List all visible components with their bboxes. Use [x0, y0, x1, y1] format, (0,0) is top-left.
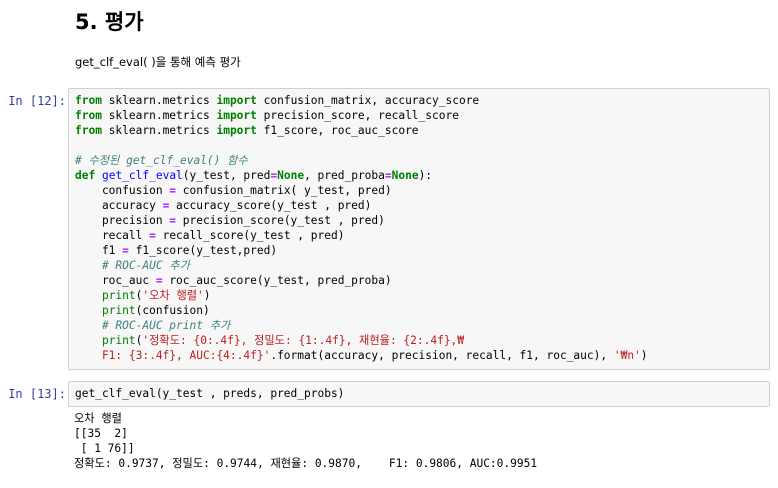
- code-text: precision_score, recall_score: [256, 109, 459, 122]
- code-text: (confusion): [135, 304, 210, 317]
- keyword-import: import: [216, 124, 257, 137]
- code-text: accuracy_score(y_test , pred): [169, 199, 372, 212]
- string-literal: '정확도: {0:.4f}, 정밀도: {1:.4f}, 재현율: {2:.4f…: [142, 334, 465, 347]
- output-line: 오차 행렬: [74, 412, 122, 425]
- code-line: confusion = confusion_matrix( y_test, pr…: [75, 184, 392, 197]
- code-text: (y_test, pred: [182, 169, 271, 182]
- code-text: recall_score(y_test , pred): [155, 229, 345, 242]
- code-text: ): [203, 289, 211, 302]
- function-name: get_clf_eval: [101, 169, 183, 182]
- keyword-none: None: [391, 169, 419, 182]
- markdown-heading: 5. 평가: [75, 10, 144, 34]
- code-line: recall = recall_score(y_test , pred): [75, 229, 345, 242]
- code-text: accuracy: [75, 199, 163, 212]
- code-line: f1 = f1_score(y_test,pred): [75, 244, 277, 257]
- code-text: confusion_matrix( y_test, pred): [176, 184, 392, 197]
- keyword-from: from: [75, 109, 102, 122]
- code-text: f1_score(y_test,pred): [128, 244, 278, 257]
- code-line: accuracy = accuracy_score(y_test , pred): [75, 199, 371, 212]
- markdown-text: get_clf_eval( )을 통해 예측 평가: [75, 55, 241, 69]
- code-comment: # ROC-AUC 추가: [75, 259, 190, 272]
- code-text: f1: [75, 244, 123, 257]
- code-text: sklearn.metrics: [101, 124, 217, 137]
- keyword-from: from: [75, 124, 102, 137]
- code-line-2: from sklearn.metrics import precision_sc…: [75, 109, 459, 122]
- code-line: print('정확도: {0:.4f}, 정밀도: {1:.4f}, 재현율: …: [75, 334, 464, 347]
- code-text: recall: [75, 229, 150, 242]
- code-text: precision: [75, 214, 170, 227]
- operator: =: [122, 244, 129, 257]
- cell-12-input[interactable]: from sklearn.metrics import confusion_ma…: [68, 88, 770, 370]
- code-text: confusion: [75, 184, 170, 197]
- keyword-from: from: [75, 94, 102, 107]
- code-line: roc_auc = roc_auc_score(y_test, pred_pro…: [75, 274, 392, 287]
- code-text: confusion_matrix, accuracy_score: [256, 94, 480, 107]
- string-literal: '오차 행렬': [142, 289, 204, 302]
- builtin-print: print: [101, 289, 136, 302]
- code-comment: # 수정된 get_clf_eval() 함수: [75, 154, 248, 167]
- string-literal: F1: {3:.4f}, AUC:{4:.4f}': [75, 349, 271, 362]
- code-text: , pred_proba: [304, 169, 385, 182]
- builtin-print: print: [101, 334, 136, 347]
- output-line: 정확도: 0.9737, 정밀도: 0.9744, 재현율: 0.9870, F…: [74, 457, 538, 470]
- code-text: sklearn.metrics: [101, 94, 217, 107]
- code-line: precision = precision_score(y_test , pre…: [75, 214, 385, 227]
- cell-12-code[interactable]: from sklearn.metrics import confusion_ma…: [69, 89, 769, 365]
- code-text: ):: [418, 169, 433, 182]
- output-line: [[35 2]: [74, 427, 128, 440]
- cell-13-output: 오차 행렬 [[35 2] [ 1 76]] 정확도: 0.9737, 정밀도:…: [74, 411, 537, 471]
- code-text: .format(accuracy, precision, recall, f1,…: [270, 349, 614, 362]
- keyword-none: None: [277, 169, 305, 182]
- string-literal: '₩n': [613, 349, 641, 362]
- operator: =: [384, 169, 392, 182]
- keyword-import: import: [216, 109, 257, 122]
- operator: =: [149, 229, 156, 242]
- operator: =: [155, 274, 163, 287]
- code-text: sklearn.metrics: [101, 109, 217, 122]
- code-text: roc_auc_score(y_test, pred_proba): [162, 274, 392, 287]
- cell-13-code[interactable]: get_clf_eval(y_test , preds, pred_probs): [69, 382, 769, 403]
- code-line: F1: {3:.4f}, AUC:{4:.4f}'.format(accurac…: [75, 349, 648, 362]
- code-line-1: from sklearn.metrics import confusion_ma…: [75, 94, 479, 107]
- code-line-def: def get_clf_eval(y_test, pred=None, pred…: [75, 169, 432, 182]
- builtin-print: print: [101, 304, 136, 317]
- cell-13-input[interactable]: get_clf_eval(y_test , preds, pred_probs): [68, 381, 770, 407]
- code-line-3: from sklearn.metrics import f1_score, ro…: [75, 124, 419, 137]
- keyword-import: import: [216, 94, 257, 107]
- code-text: roc_auc: [75, 274, 156, 287]
- code-text: ): [640, 349, 648, 362]
- output-line: [ 1 76]]: [74, 442, 135, 455]
- keyword-def: def: [75, 169, 96, 182]
- code-text: f1_score, roc_auc_score: [256, 124, 419, 137]
- code-text: precision_score(y_test , pred): [176, 214, 385, 227]
- cell-12-prompt: In [12]:: [8, 94, 66, 108]
- code-comment: # ROC-AUC print 추가: [75, 319, 231, 332]
- cell-13-prompt: In [13]:: [8, 387, 66, 401]
- code-line: print(confusion): [75, 304, 210, 317]
- code-line: print('오차 행렬'): [75, 289, 211, 302]
